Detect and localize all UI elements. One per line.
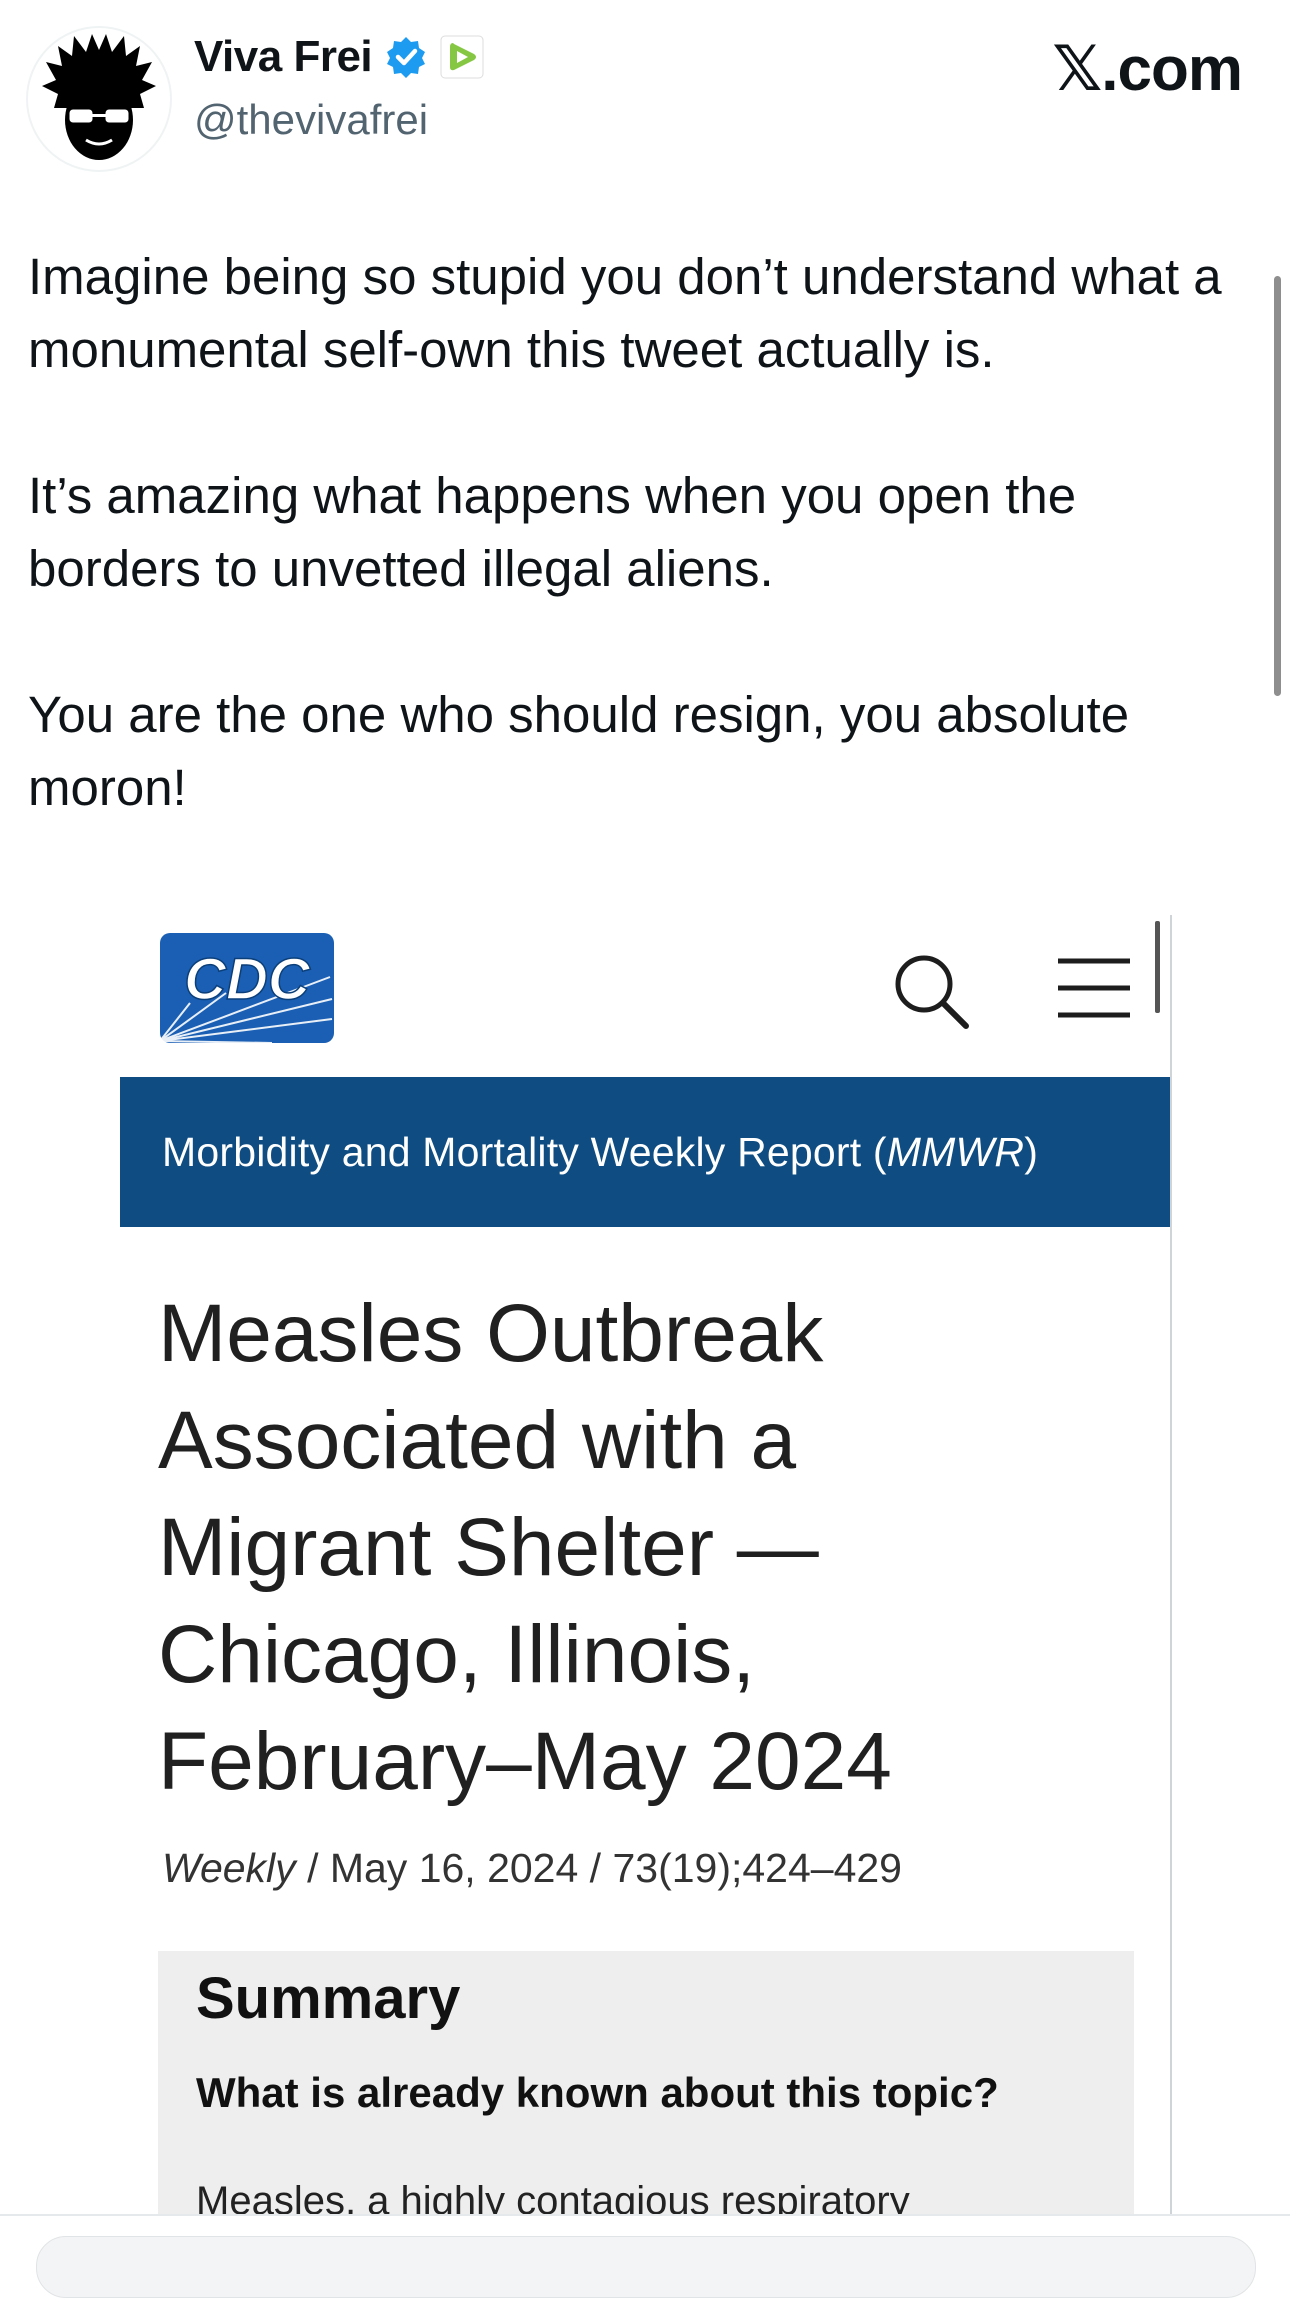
summary-box: Summary What is already known about this…	[158, 1951, 1134, 2215]
author-name-row: Viva Frei	[194, 32, 484, 82]
rumble-badge-icon	[440, 35, 484, 79]
x-brand-logo: 𝕏.com	[1052, 35, 1243, 104]
author-handle[interactable]: @thevivafrei	[194, 96, 428, 144]
summary-question: What is already known about this topic?	[196, 2069, 999, 2116]
page-scrollbar[interactable]	[1274, 276, 1281, 696]
author-display-name[interactable]: Viva Frei	[194, 32, 373, 82]
summary-heading: Summary	[196, 1966, 461, 2031]
article-meta: Weekly / May 16, 2024 / 73(19);424–429	[162, 1845, 902, 1891]
verified-badge-icon	[384, 35, 428, 79]
post-text: Imagine being so stupid you don’t unders…	[28, 248, 1222, 816]
article-title: Measles Outbreak Associated with a Migra…	[158, 1288, 892, 1807]
mmwr-banner: Morbidity and Mortality Weekly Report (M…	[120, 1077, 1170, 1227]
screenshot-scrollbar	[1155, 921, 1160, 1013]
bottom-divider	[0, 2214, 1290, 2216]
search-icon[interactable]	[890, 950, 972, 1032]
summary-body: Measles, a highly contagious respiratory	[196, 2179, 910, 2215]
author-avatar[interactable]	[26, 26, 172, 172]
attached-screenshot[interactable]: CDC Morbidity and Mortality Weekly Repor…	[120, 915, 1172, 2215]
mmwr-banner-text: Morbidity and Mortality Weekly Report (M…	[162, 1128, 1039, 1175]
cdc-logo-text: CDC	[184, 947, 311, 1012]
reply-bar[interactable]	[36, 2236, 1256, 2298]
cdc-logo: CDC	[159, 933, 334, 1044]
hamburger-menu-icon[interactable]	[1056, 955, 1132, 1021]
